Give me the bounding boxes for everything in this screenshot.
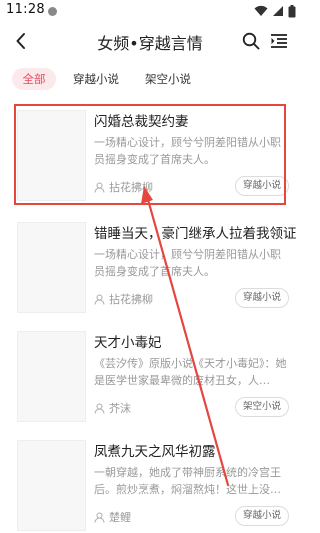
author-icon xyxy=(94,512,105,523)
book-cover[interactable] xyxy=(17,222,86,313)
search-button[interactable] xyxy=(238,28,264,54)
book-cover[interactable] xyxy=(17,440,86,531)
book-cover[interactable] xyxy=(17,331,86,422)
menu-button[interactable] xyxy=(266,28,292,54)
book-author: 楚鲤 xyxy=(94,509,131,525)
battery-icon xyxy=(288,4,296,17)
author-name: 芥沫 xyxy=(109,402,131,415)
annotation-highlight-box xyxy=(14,104,286,205)
book-item[interactable]: 凤煮九天之风华初露 一朝穿越，她成了带神厨系统的冷宫王后。煎炒烹煮，焖溜熬炖！这… xyxy=(0,440,300,533)
app-header: 女频•穿越言情 xyxy=(0,24,300,58)
signal-icon xyxy=(273,6,283,16)
notification-dot-icon xyxy=(48,7,57,16)
tab-all[interactable]: 全部 xyxy=(12,68,56,90)
book-item[interactable]: 错睡当天，豪门继承人拉着我领证 一场精心设计，顾兮兮阴差阳错从小职员摇身变成了首… xyxy=(0,222,300,334)
tab-time-travel[interactable]: 穿越小说 xyxy=(73,68,119,90)
book-description: 一朝穿越，她成了带神厨系统的冷宫王后。煎炒烹煮，焖溜熬炖！这世上没… xyxy=(94,466,281,496)
book-description: 一场精心设计，顾兮兮阴差阳错从小职员摇身变成了首席夫人。 xyxy=(94,248,281,278)
book-item[interactable]: 天才小毒妃 《芸汐传》原版小说《天才小毒妃》：她是医学世家最卑微的废材丑女，人…… xyxy=(0,331,300,443)
status-time: 11:28 xyxy=(6,2,45,17)
list-menu-icon xyxy=(271,34,287,48)
author-icon xyxy=(94,403,105,414)
author-name: 拈花拂柳 xyxy=(109,293,153,306)
author-name: 楚鲤 xyxy=(109,511,131,524)
status-bar: 11:28 xyxy=(0,0,300,24)
book-author: 芥沫 xyxy=(94,400,131,416)
category-tag[interactable]: 架空小说 xyxy=(234,397,289,417)
search-icon xyxy=(242,32,260,50)
category-tag[interactable]: 穿越小说 xyxy=(234,506,289,526)
tab-fictional-era[interactable]: 架空小说 xyxy=(145,68,191,90)
book-title[interactable]: 天才小毒妃 xyxy=(94,331,162,351)
book-title[interactable]: 错睡当天，豪门继承人拉着我领证 xyxy=(94,222,297,242)
book-title[interactable]: 凤煮九天之风华初露 xyxy=(94,440,216,460)
book-description: 《芸汐传》原版小说《天才小毒妃》：她是医学世家最卑微的废材丑女，人… xyxy=(94,357,287,387)
category-tabs: 全部 穿越小说 架空小说 xyxy=(0,66,300,94)
category-tag[interactable]: 穿越小说 xyxy=(234,288,289,308)
author-icon xyxy=(94,294,105,305)
status-icons xyxy=(254,4,296,18)
book-author: 拈花拂柳 xyxy=(94,291,153,307)
wifi-icon xyxy=(254,5,268,16)
